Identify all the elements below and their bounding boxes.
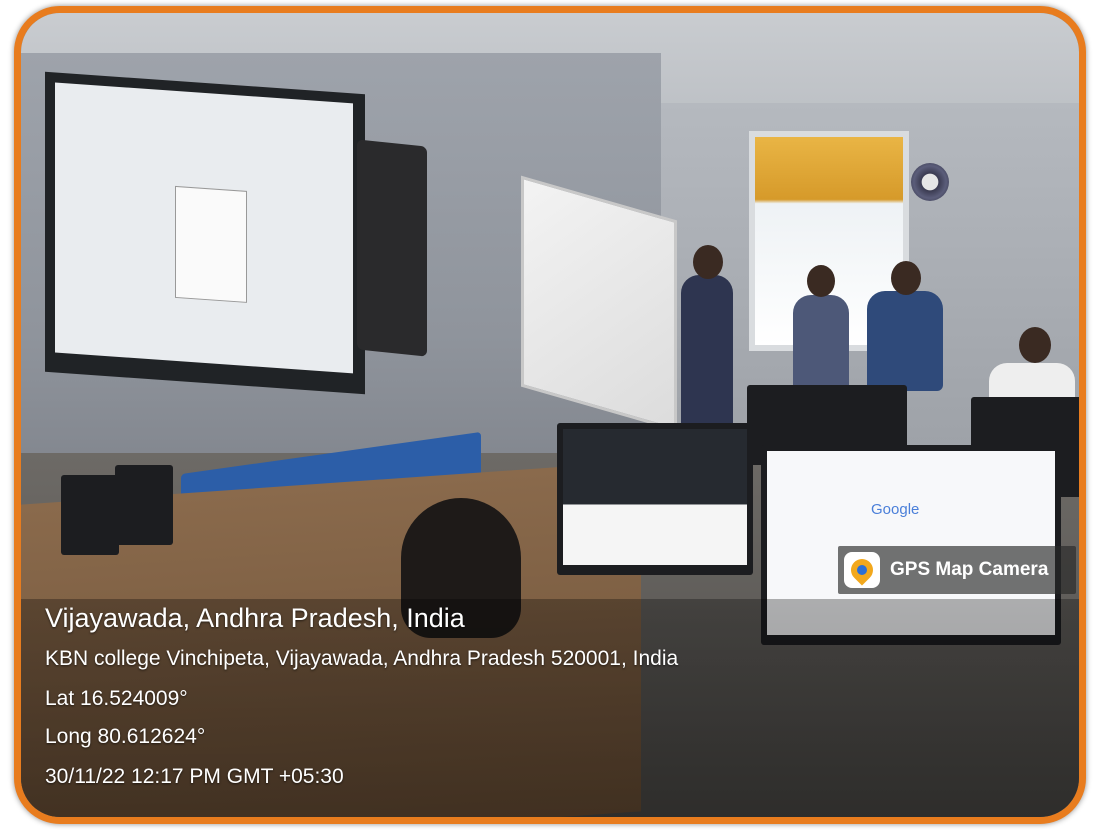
decorative-panel [357,139,427,357]
person-standing-1 [793,295,849,395]
photo-frame: Google GPS Map Camera Vijayawada, Andhra… [14,6,1086,824]
person-seated-right-head [1019,327,1051,363]
google-logo: Google [871,501,920,518]
location-latitude: Lat 16.524009° [45,687,188,710]
person-standing-2 [867,291,943,391]
gps-map-camera-badge: GPS Map Camera [838,546,1076,594]
monitor-back-left [61,475,119,555]
smart-board [45,71,365,395]
wall-clock [911,163,949,201]
person-standing-2-head [891,261,921,295]
person-standing-1-head [807,265,835,297]
monitor-front-center-screen [563,429,747,565]
person-instructor-head [693,245,723,279]
location-city-line: Vijayawada, Andhra Pradesh, India [45,603,465,633]
whiteboard [521,175,677,432]
smart-board-dialog [175,185,247,303]
location-longitude: Long 80.612624° [45,725,206,748]
location-timestamp: 30/11/22 12:17 PM GMT +05:30 [45,765,344,788]
monitor-front-center [557,423,753,575]
monitor-back-left-2 [115,465,173,545]
person-instructor [681,275,733,435]
smart-board-screen [55,82,353,374]
badge-label: GPS Map Camera [890,559,1049,580]
gps-map-camera-logo-icon [844,552,880,588]
location-address: KBN college Vinchipeta, Vijayawada, Andh… [45,647,679,670]
